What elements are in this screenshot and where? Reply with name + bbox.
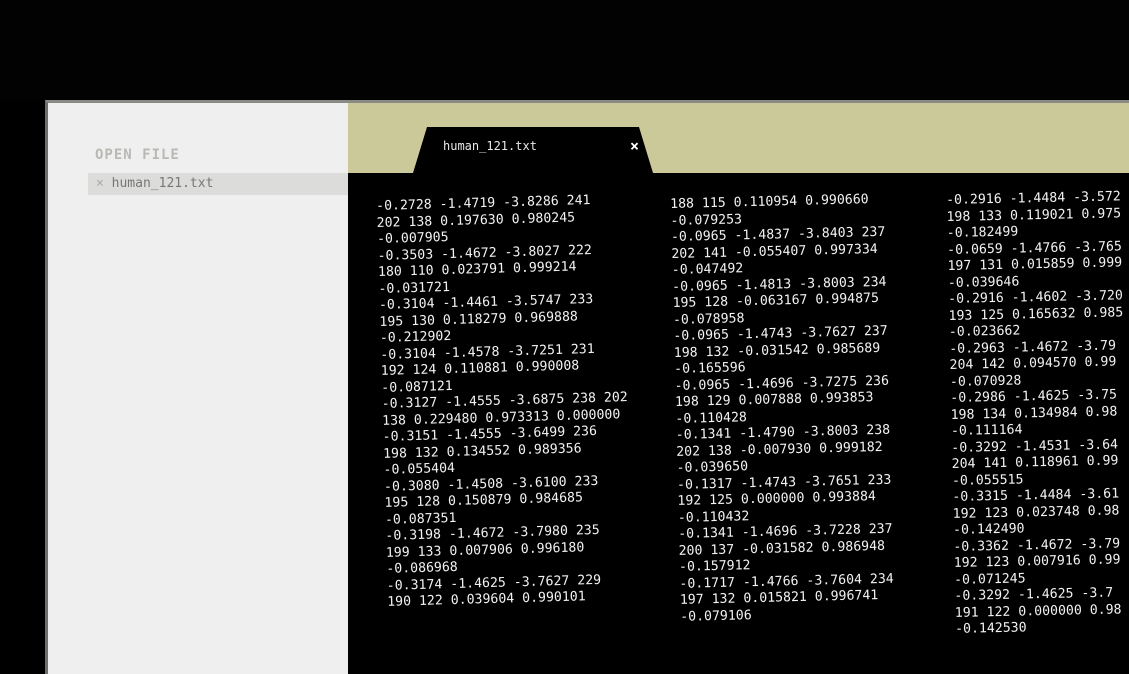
close-icon[interactable]: ×	[630, 137, 639, 155]
text-column: -0.2728 -1.4719 -3.8286 241 202 138 0.19…	[376, 193, 628, 610]
editor-window: OPEN FILE × human_121.txt human_121.txt …	[45, 100, 1129, 674]
sidebar-file-name: human_121.txt	[111, 176, 214, 191]
editor-text-area[interactable]: -0.2728 -1.4719 -3.8286 241 202 138 0.19…	[348, 173, 1129, 674]
sidebar-file-item[interactable]: × human_121.txt	[88, 173, 348, 195]
monitor-bezel	[0, 0, 1129, 100]
open-file-heading: OPEN FILE	[95, 147, 180, 163]
tab-title[interactable]: human_121.txt	[443, 139, 537, 153]
text-column: -0.2916 -1.4484 -3.572 198 133 0.119021 …	[946, 189, 1124, 637]
text-column: 188 115 0.110954 0.990660 -0.079253 -0.0…	[670, 192, 894, 625]
close-icon[interactable]: ×	[96, 176, 104, 191]
sidebar: OPEN FILE × human_121.txt	[48, 103, 348, 674]
